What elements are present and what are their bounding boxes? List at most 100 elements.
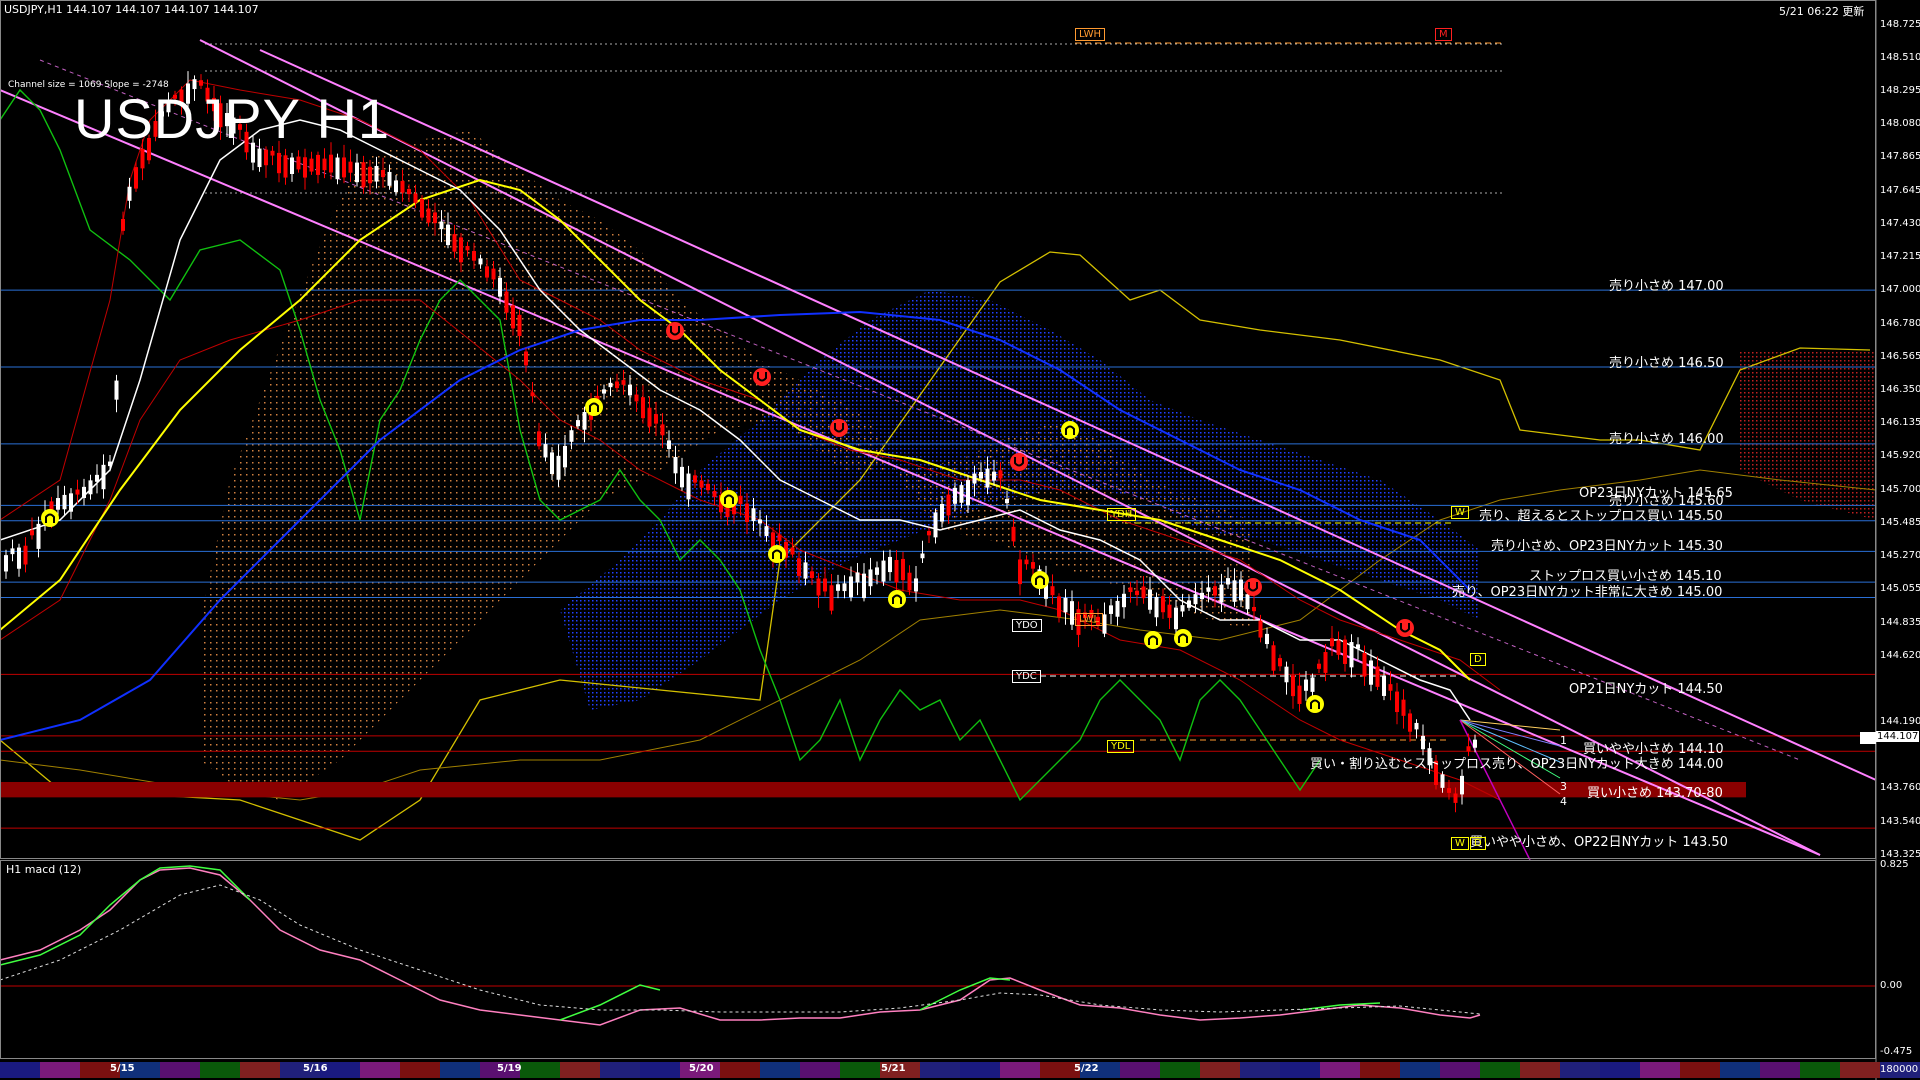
candle-body bbox=[381, 169, 385, 178]
candle-body bbox=[459, 237, 463, 263]
candle-body bbox=[257, 148, 262, 168]
price-axis-label: 144.620 bbox=[1880, 649, 1920, 661]
session-block bbox=[1480, 1062, 1520, 1078]
candle-body bbox=[1057, 596, 1061, 617]
session-block bbox=[360, 1062, 400, 1078]
candle-body bbox=[1310, 677, 1315, 692]
session-block bbox=[1000, 1062, 1040, 1078]
marker-w-top: W bbox=[1451, 506, 1469, 519]
candle-body bbox=[1349, 642, 1354, 668]
candle-body bbox=[693, 475, 697, 483]
marker-ydo: YDO bbox=[1012, 619, 1042, 632]
candle-body bbox=[1252, 606, 1256, 612]
candle-body bbox=[764, 526, 769, 536]
candle-body bbox=[342, 157, 346, 178]
candle-body bbox=[927, 531, 931, 536]
candle-body bbox=[842, 583, 847, 592]
candle-body bbox=[634, 394, 639, 402]
candle-body bbox=[699, 480, 704, 488]
candle-body bbox=[270, 150, 275, 156]
candle-body bbox=[517, 314, 522, 337]
session-block bbox=[1400, 1062, 1440, 1078]
session-block bbox=[1640, 1062, 1680, 1078]
candle-body bbox=[290, 157, 294, 174]
candle-body bbox=[413, 193, 418, 203]
candle-body bbox=[998, 470, 1003, 479]
candle-body bbox=[56, 498, 60, 510]
candle-body bbox=[823, 578, 827, 592]
candle-body bbox=[316, 154, 320, 175]
macd-title: H1 macd (12) bbox=[6, 863, 82, 876]
candle-body bbox=[1401, 699, 1406, 716]
current-price-tag: 144.107 bbox=[1876, 731, 1920, 742]
annotation-145-30: 売り小さめ、OP23日NYカット 145.30 bbox=[1491, 539, 1723, 554]
candle-body bbox=[1408, 713, 1412, 732]
session-block bbox=[1440, 1062, 1480, 1078]
candle-body bbox=[485, 266, 489, 278]
candle-body bbox=[75, 489, 80, 495]
candle-body bbox=[1291, 675, 1295, 697]
session-block bbox=[1840, 1062, 1880, 1078]
session-block bbox=[1520, 1062, 1560, 1078]
candle-body bbox=[914, 578, 918, 592]
update-timestamp: 5/21 06:22 更新 bbox=[1779, 5, 1865, 18]
marker-ydh: YDH bbox=[1107, 508, 1137, 521]
candle-body bbox=[1232, 580, 1237, 602]
buy-signal-icon bbox=[1061, 421, 1079, 439]
session-block bbox=[40, 1062, 80, 1078]
candle-body bbox=[1226, 578, 1230, 585]
price-axis-label: 148.295 bbox=[1880, 85, 1920, 97]
candle-body bbox=[433, 212, 437, 224]
candle-body bbox=[1356, 644, 1360, 649]
session-block bbox=[600, 1062, 640, 1078]
candle-body bbox=[569, 430, 574, 442]
candle-body bbox=[810, 571, 814, 579]
session-block bbox=[1600, 1062, 1640, 1078]
session-block bbox=[840, 1062, 880, 1078]
candle-body bbox=[1369, 660, 1373, 685]
candle-body bbox=[452, 234, 457, 252]
session-block bbox=[800, 1062, 840, 1078]
candle-body bbox=[868, 569, 873, 587]
session-block bbox=[1760, 1062, 1800, 1078]
price-axis-label: 146.780 bbox=[1880, 317, 1920, 329]
candle-body bbox=[907, 572, 912, 591]
candle-body bbox=[335, 157, 340, 180]
price-axis-label: 143.540 bbox=[1880, 815, 1920, 827]
candle-body bbox=[1317, 663, 1321, 669]
price-axis-label: 145.700 bbox=[1880, 483, 1920, 495]
candle-body bbox=[1135, 590, 1139, 596]
session-block bbox=[1200, 1062, 1240, 1078]
price-axis-label: 147.430 bbox=[1880, 218, 1920, 230]
candle-body bbox=[1200, 592, 1204, 600]
candle-body bbox=[82, 486, 86, 499]
candle-body bbox=[1031, 562, 1035, 569]
sell-signal-icon bbox=[1244, 578, 1262, 596]
candle-body bbox=[4, 555, 8, 572]
candle-body bbox=[309, 158, 314, 172]
candle-body bbox=[114, 380, 119, 400]
candle-body bbox=[758, 519, 762, 524]
candle-body bbox=[777, 534, 782, 542]
candle-body bbox=[199, 80, 203, 86]
candle-body bbox=[303, 157, 307, 178]
candle-body bbox=[329, 154, 333, 173]
session-block bbox=[920, 1062, 960, 1078]
candle-body bbox=[1395, 691, 1399, 713]
candle-body bbox=[17, 547, 21, 569]
candle-body bbox=[550, 452, 554, 474]
candle-body bbox=[1278, 658, 1282, 667]
price-axis-label: 143.760 bbox=[1880, 782, 1920, 794]
candle-body bbox=[1050, 586, 1055, 596]
annotation-143-70: 買い小さめ 143.70-80 bbox=[1587, 786, 1723, 801]
symbol-header: USDJPY,H1 144.107 144.107 144.107 144.10… bbox=[4, 3, 259, 16]
candle-body bbox=[1148, 589, 1152, 610]
date-label: 5/15 bbox=[110, 1063, 135, 1074]
candle-body bbox=[940, 503, 944, 522]
candle-body bbox=[446, 224, 450, 246]
candle-body bbox=[1213, 586, 1217, 596]
candle-body bbox=[1018, 559, 1022, 585]
buy-signal-icon bbox=[768, 545, 786, 563]
candle-body bbox=[1330, 638, 1334, 647]
price-axis-label: 145.485 bbox=[1880, 517, 1920, 528]
